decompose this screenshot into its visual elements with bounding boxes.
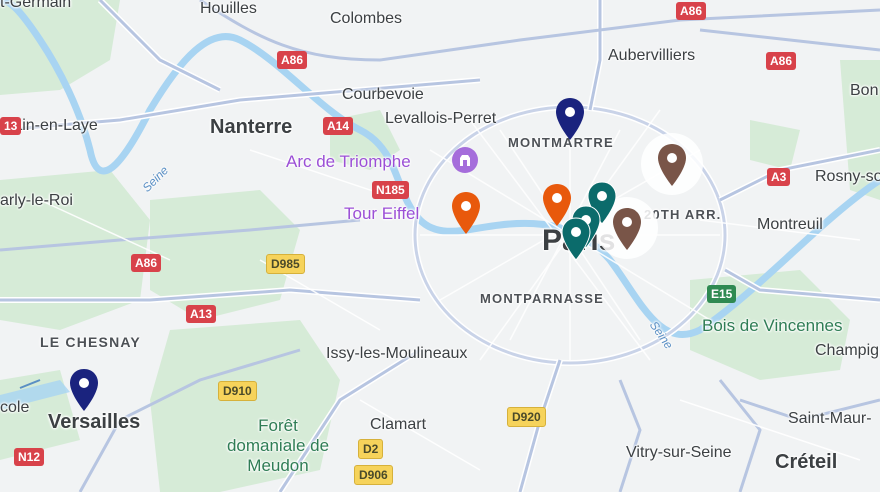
road-shield-d906: D906 — [354, 465, 393, 485]
label-le-chesnay: LE CHESNAY — [40, 334, 141, 350]
road-shield-a86: A86 — [676, 2, 707, 20]
label-vitry: Vitry-sur-Seine — [626, 444, 732, 461]
label-issy: Issy-les-Moulineaux — [326, 345, 468, 362]
road-shield-n185: N185 — [372, 181, 409, 199]
label-nanterre: Nanterre — [210, 116, 293, 138]
road-shield-a13: A13 — [186, 305, 217, 323]
road-shield-n13: 13 — [0, 117, 22, 135]
monument-icon[interactable] — [452, 147, 478, 173]
label-ecole: cole — [0, 399, 30, 416]
label-st-germain-top: t-Germain — [0, 0, 72, 11]
label-colombes: Colombes — [330, 10, 403, 27]
road-shield-n12: N12 — [14, 448, 45, 466]
label-champigny: Champig — [815, 342, 880, 359]
map-pin-teal-3[interactable] — [560, 216, 592, 262]
label-houilles: Houilles — [200, 0, 257, 17]
map-pin-orange-eiffel[interactable] — [450, 190, 482, 236]
label-saint-maur: Saint-Maur- — [788, 410, 872, 427]
map-pin-navy-montmartre[interactable] — [554, 96, 586, 142]
map-canvas[interactable]: t-Germain Houilles Colombes Aubervillier… — [0, 0, 880, 492]
label-foret-meudon: Forêt domaniale de Meudon — [226, 416, 330, 475]
label-rosny: Rosny-so — [815, 168, 880, 185]
label-tour-eiffel[interactable]: Tour Eiffel — [344, 204, 419, 224]
label-montreuil: Montreuil — [757, 216, 823, 233]
road-shield-d2: D2 — [358, 439, 384, 459]
road-shield-a14: A14 — [323, 117, 354, 135]
label-courbevoie: Courbevoie — [342, 86, 424, 103]
label-levallois: Levallois-Perret — [385, 110, 497, 127]
label-bon: Bon — [850, 82, 879, 99]
map-pin-brown-1[interactable] — [656, 142, 688, 188]
label-versailles: Versailles — [48, 411, 141, 433]
road-shield-a86: A86 — [766, 52, 797, 70]
road-shield-a86: A86 — [277, 51, 308, 69]
label-clamart: Clamart — [370, 416, 427, 433]
label-bois-de-vincennes: Bois de Vincennes — [702, 316, 843, 335]
map-pin-navy-versailles[interactable] — [68, 367, 100, 413]
label-aubervilliers: Aubervilliers — [608, 47, 696, 64]
label-montparnasse: MONTPARNASSE — [480, 291, 604, 306]
label-arc-de-triomphe[interactable]: Arc de Triomphe — [286, 152, 411, 172]
road-shield-d985: D985 — [266, 254, 305, 274]
road-shield-e15: E15 — [707, 285, 737, 303]
road-shield-d910: D910 — [218, 381, 257, 401]
label-creteil: Créteil — [775, 451, 838, 473]
map-pin-brown-2[interactable] — [611, 206, 643, 252]
label-marly: arly-le-Roi — [0, 192, 73, 209]
road-shield-a86: A86 — [131, 254, 162, 272]
road-shield-d920: D920 — [507, 407, 546, 427]
road-shield-a3: A3 — [767, 168, 791, 186]
